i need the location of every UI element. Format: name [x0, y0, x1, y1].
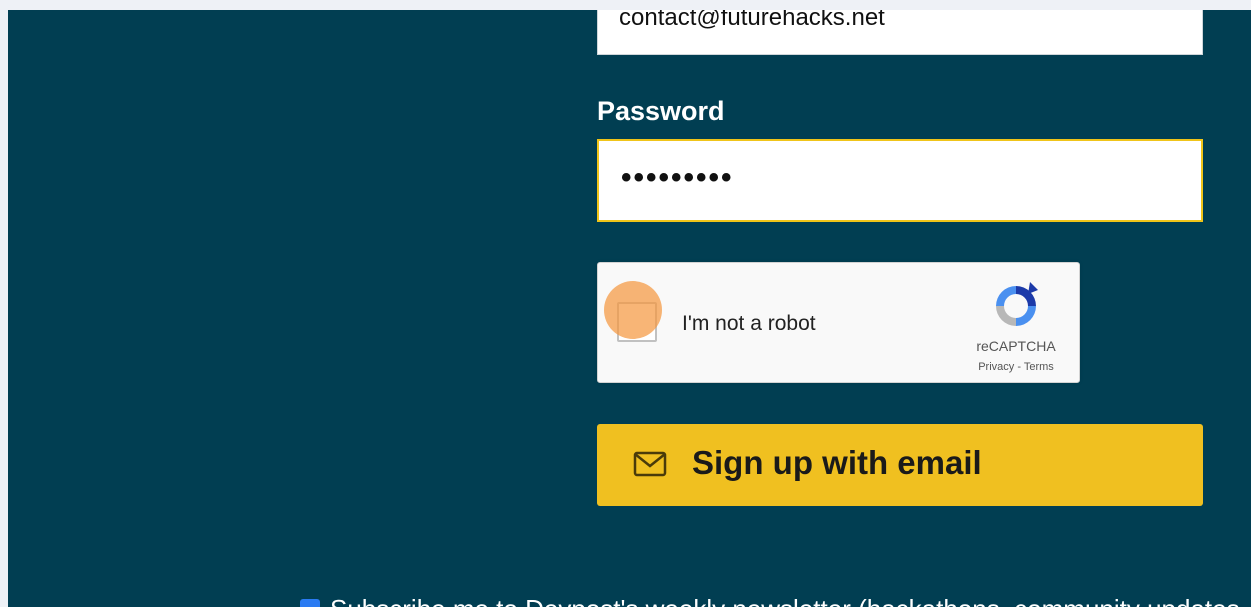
- password-field-value: •••••••••: [621, 161, 734, 194]
- sign-up-button-label: Sign up with email: [692, 444, 982, 481]
- subscribe-label: Subscribe me to Devpost's weekly newslet…: [330, 594, 1240, 607]
- recaptcha-privacy-terms[interactable]: Privacy - Terms: [958, 361, 1074, 373]
- recaptcha-brand: reCAPTCHA: [976, 338, 1056, 354]
- email-field-value: contact@futurehacks.net: [619, 10, 885, 31]
- recaptcha-logo-icon: [996, 282, 1038, 326]
- recaptcha-widget: I'm not a robot reCAPTCHA Privacy - Term…: [597, 262, 1080, 383]
- recaptcha-label: I'm not a robot: [682, 312, 816, 335]
- password-field[interactable]: •••••••••: [597, 139, 1203, 222]
- sign-up-with-email-button[interactable]: Sign up with email: [597, 424, 1203, 506]
- password-label: Password: [597, 96, 725, 126]
- signup-panel: contact@futurehacks.net Password •••••••…: [8, 10, 1251, 607]
- mail-icon: [633, 451, 667, 477]
- click-marker: [604, 281, 662, 339]
- subscribe-checkbox[interactable]: [300, 599, 320, 607]
